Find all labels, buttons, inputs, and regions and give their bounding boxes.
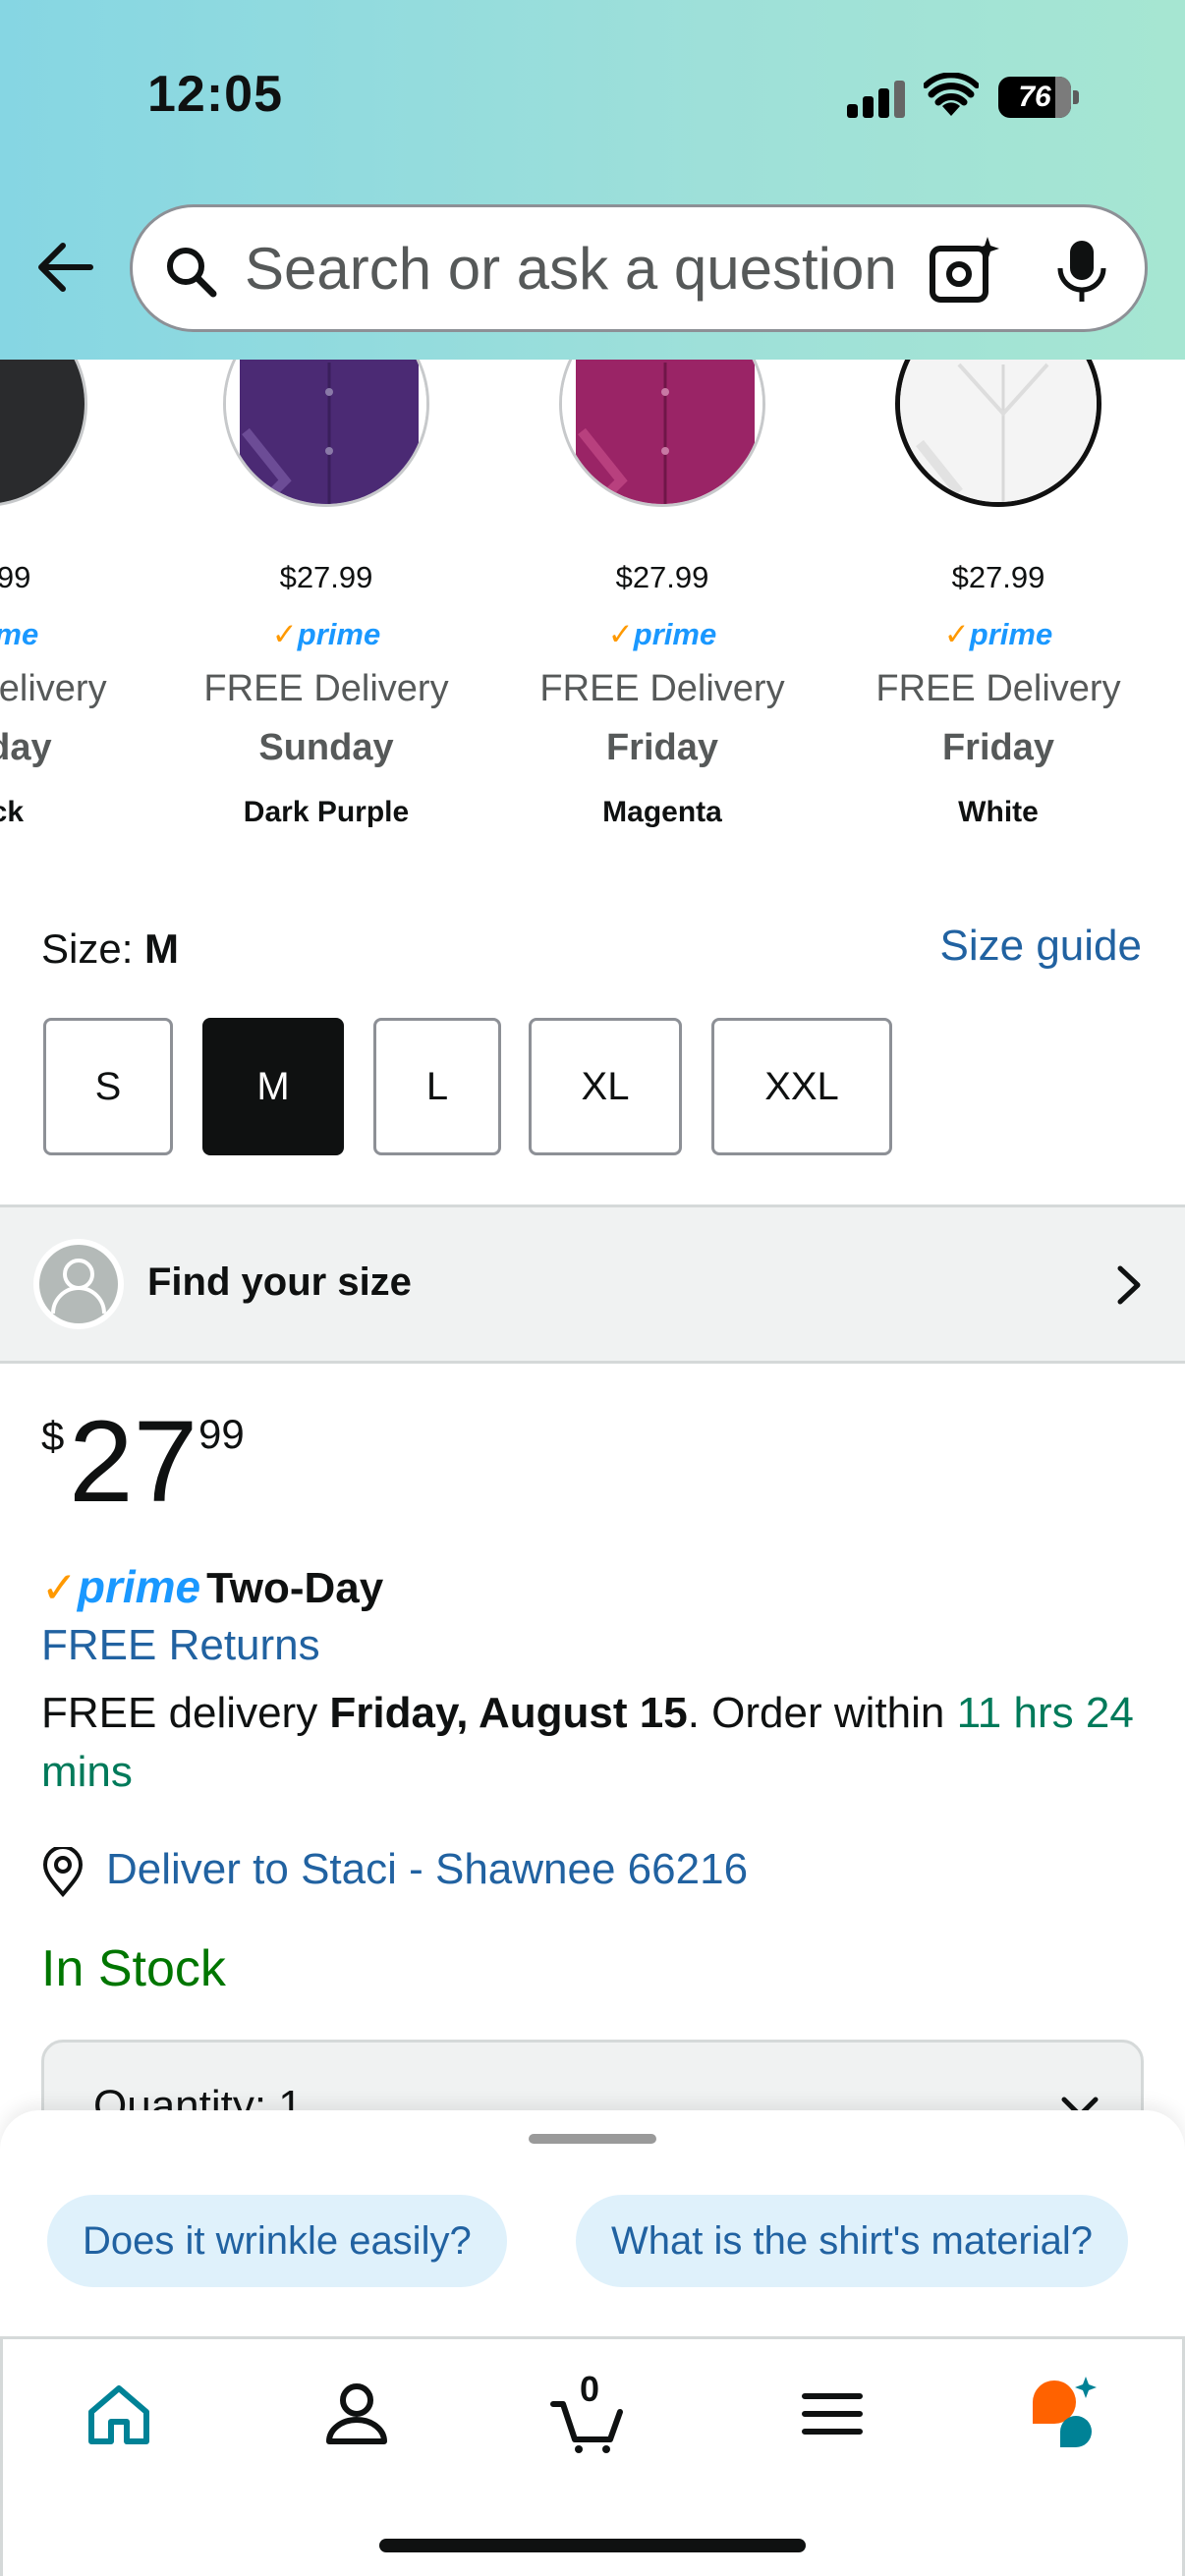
prime-badge: ✓prime bbox=[0, 617, 141, 652]
wifi-icon bbox=[924, 73, 979, 116]
suggestion-chip-wrinkle[interactable]: Does it wrinkle easily? bbox=[47, 2195, 507, 2287]
price-fraction: 99 bbox=[198, 1411, 245, 1457]
avatar-icon bbox=[33, 1239, 124, 1329]
color-price: $27.99 bbox=[279, 560, 373, 594]
cart-tab[interactable]: 0 bbox=[549, 2369, 628, 2453]
suggestions-sheet: Does it wrinkle easily? What is the shir… bbox=[0, 2110, 1185, 2336]
color-swatch-image bbox=[559, 360, 765, 507]
prime-badge: ✓prime bbox=[943, 617, 1053, 651]
color-delivery-day: Sunday bbox=[0, 727, 52, 768]
account-icon[interactable] bbox=[317, 2375, 396, 2453]
size-option-m[interactable]: M bbox=[202, 1018, 344, 1155]
color-delivery: FREE Delivery bbox=[875, 668, 1121, 709]
find-your-size-label: Find your size bbox=[147, 1260, 412, 1304]
prime-two-day: ✓prime Two-Day bbox=[41, 1560, 383, 1615]
color-delivery: FREE Delivery bbox=[0, 668, 107, 709]
color-price: $27.99 bbox=[951, 560, 1045, 594]
home-icon[interactable] bbox=[80, 2375, 158, 2453]
prime-badge: ✓prime bbox=[271, 617, 381, 651]
menu-icon[interactable] bbox=[793, 2375, 872, 2453]
color-delivery: FREE Delivery bbox=[203, 668, 449, 709]
color-swatch-image-selected bbox=[895, 360, 1101, 507]
prime-badge: ✓prime bbox=[607, 617, 717, 651]
color-name: Black bbox=[0, 796, 25, 828]
deliver-to-address: Deliver to Staci - Shawnee 66216 bbox=[106, 1845, 749, 1893]
price-currency: $ bbox=[41, 1413, 65, 1459]
home-indicator[interactable] bbox=[379, 2539, 806, 2552]
rufus-assistant-icon[interactable] bbox=[1025, 2375, 1103, 2453]
battery-level: 76 bbox=[1018, 81, 1051, 113]
color-option-white[interactable]: $27.99 ✓prime FREE Delivery Friday White bbox=[841, 360, 1156, 831]
prime-text: prime bbox=[969, 617, 1053, 651]
search-icon bbox=[167, 248, 217, 298]
color-name: Magenta bbox=[602, 796, 722, 828]
swatch-fill bbox=[900, 360, 1097, 502]
color-swatch-image bbox=[0, 360, 87, 507]
color-options: $27.99 ✓prime FREE Delivery Sunday Black… bbox=[0, 360, 1185, 831]
color-delivery-day: Sunday bbox=[258, 727, 394, 768]
status-time: 12:05 bbox=[147, 66, 283, 123]
prime-logo: prime bbox=[77, 1561, 201, 1612]
back-arrow-icon[interactable] bbox=[33, 236, 96, 299]
color-option-magenta[interactable]: $27.99 ✓prime FREE Delivery Friday Magen… bbox=[505, 360, 819, 831]
color-option-dark-purple[interactable]: $27.99 ✓prime FREE Delivery Sunday Dark … bbox=[169, 360, 483, 831]
price-whole: 27 bbox=[69, 1397, 198, 1527]
prime-check-icon: ✓ bbox=[41, 1564, 78, 1612]
order-within: . Order within bbox=[687, 1689, 957, 1737]
size-option-l[interactable]: L bbox=[373, 1018, 501, 1155]
location-pin-icon bbox=[42, 1847, 84, 1898]
cellular-signal-icon bbox=[847, 79, 906, 118]
cart-count: 0 bbox=[579, 2369, 600, 2409]
size-option-s[interactable]: S bbox=[43, 1018, 173, 1155]
color-price: $27.99 bbox=[615, 560, 709, 594]
header: 12:05 76 Search or ask a question bbox=[0, 0, 1185, 360]
size-option-xxl[interactable]: XXL bbox=[711, 1018, 892, 1155]
suggestion-chip-material[interactable]: What is the shirt's material? bbox=[576, 2195, 1129, 2287]
color-delivery: FREE Delivery bbox=[539, 668, 785, 709]
size-option-xl[interactable]: XL bbox=[529, 1018, 682, 1155]
camera-lens-icon[interactable] bbox=[927, 233, 1003, 308]
swatch-fill bbox=[0, 360, 85, 504]
shipping-speed: Two-Day bbox=[206, 1564, 384, 1612]
delivery-date: Friday, August 15 bbox=[329, 1689, 688, 1737]
find-your-size-row[interactable]: Find your size bbox=[0, 1204, 1185, 1364]
prime-text: prime bbox=[0, 617, 39, 651]
size-label: Size: M bbox=[41, 925, 179, 973]
free-returns-link[interactable]: FREE Returns bbox=[41, 1621, 320, 1670]
color-name: White bbox=[958, 796, 1039, 828]
size-guide-link[interactable]: Size guide bbox=[940, 922, 1142, 971]
microphone-icon[interactable] bbox=[1052, 239, 1111, 304]
color-option-black[interactable]: $27.99 ✓prime FREE Delivery Sunday Black bbox=[0, 360, 141, 831]
size-selected-value: M bbox=[144, 925, 180, 972]
color-name: Dark Purple bbox=[243, 796, 410, 828]
sheet-drag-handle[interactable] bbox=[529, 2134, 656, 2144]
delivery-info: FREE delivery Friday, August 15. Order w… bbox=[41, 1684, 1142, 1802]
color-delivery-day: Friday bbox=[605, 727, 719, 768]
prime-text: prime bbox=[633, 617, 717, 651]
color-delivery-day: Friday bbox=[941, 727, 1055, 768]
stock-status: In Stock bbox=[41, 1940, 226, 1997]
color-swatch-image bbox=[223, 360, 429, 507]
prime-text: prime bbox=[297, 617, 381, 651]
search-bar[interactable]: Search or ask a question bbox=[130, 204, 1148, 332]
delivery-prefix: FREE delivery bbox=[41, 1689, 330, 1737]
size-label-text: Size: bbox=[41, 925, 145, 972]
battery-icon: 76 bbox=[998, 77, 1081, 118]
color-price: $27.99 bbox=[0, 560, 31, 594]
chevron-right-icon bbox=[1117, 1265, 1141, 1305]
